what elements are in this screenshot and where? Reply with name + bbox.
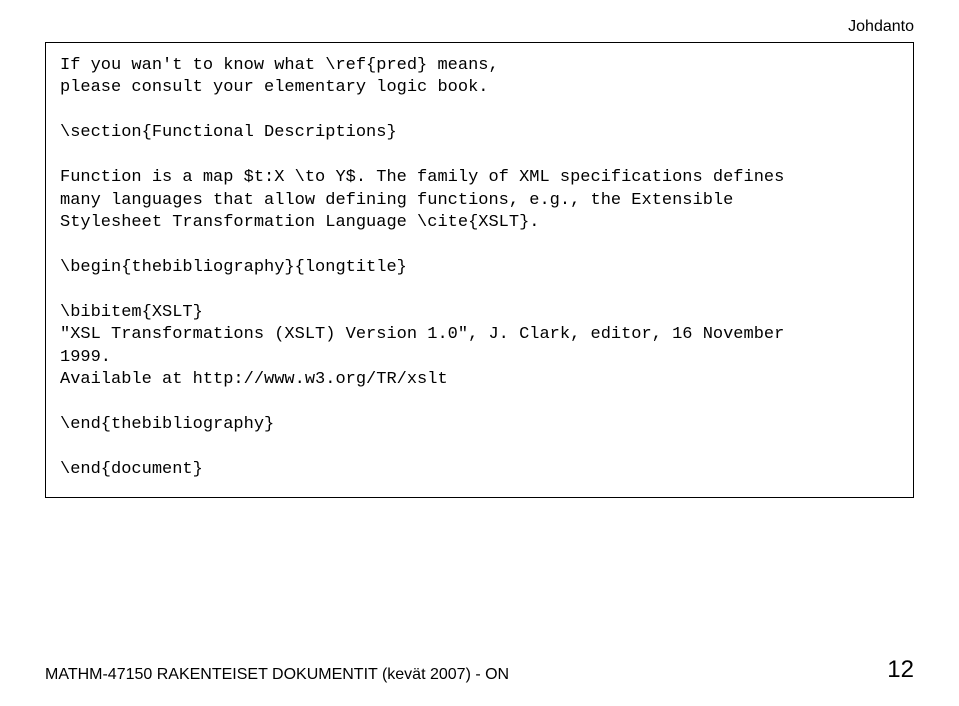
section-header: Johdanto	[45, 18, 914, 36]
footer-course-info: MATHM-47150 RAKENTEISET DOKUMENTIT (kevä…	[45, 666, 509, 684]
page-container: Johdanto If you wan't to know what \ref{…	[0, 0, 959, 706]
page-footer: MATHM-47150 RAKENTEISET DOKUMENTIT (kevä…	[45, 656, 914, 684]
footer-page-number: 12	[887, 656, 914, 684]
code-listing: If you wan't to know what \ref{pred} mea…	[45, 42, 914, 498]
